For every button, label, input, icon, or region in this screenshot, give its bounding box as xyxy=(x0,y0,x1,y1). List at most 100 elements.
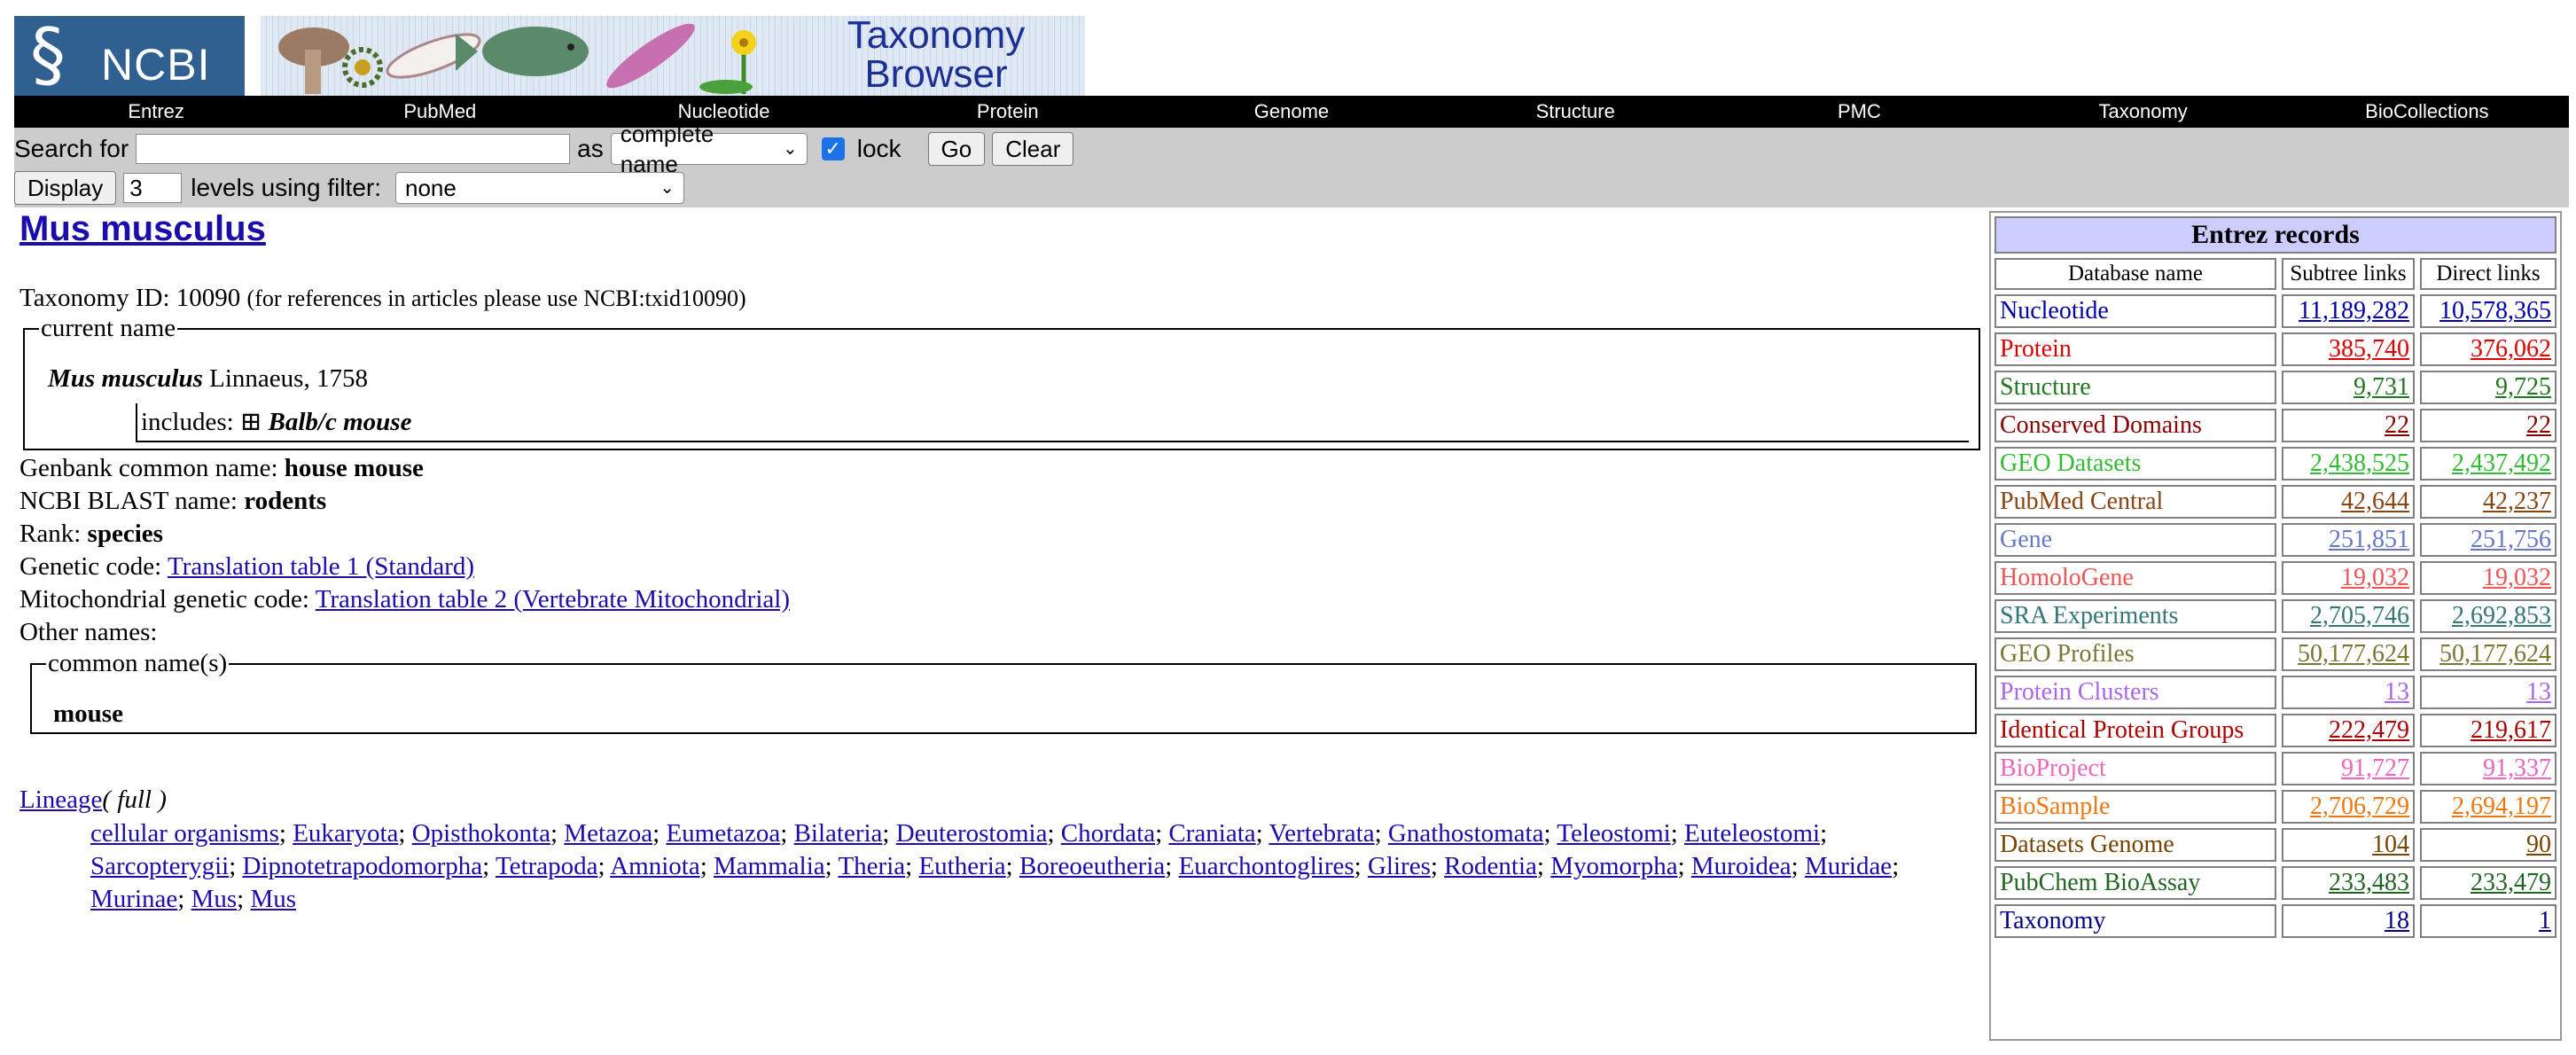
nav-pubmed[interactable]: PubMed xyxy=(298,96,582,128)
nav-entrez[interactable]: Entrez xyxy=(14,96,298,128)
lineage-item[interactable]: Gnathostomata xyxy=(1388,819,1544,848)
subtree-link[interactable]: 2,706,729 xyxy=(2310,793,2409,820)
subtree-link[interactable]: 385,740 xyxy=(2329,335,2409,363)
genetic-code-link[interactable]: Translation table 1 (Standard) xyxy=(168,552,474,581)
chevron-down-icon: ⌄ xyxy=(782,139,798,159)
direct-link[interactable]: 1 xyxy=(2539,907,2551,934)
direct-link[interactable]: 2,694,197 xyxy=(2452,793,2551,820)
lineage-separator: ; xyxy=(1791,852,1805,880)
lock-checkbox[interactable]: ✓ xyxy=(821,137,845,160)
subtree-link[interactable]: 91,727 xyxy=(2341,754,2409,782)
lineage-full-toggle[interactable]: ( full ) xyxy=(102,785,167,814)
subtree-link[interactable]: 11,189,282 xyxy=(2299,297,2409,324)
search-input[interactable] xyxy=(136,134,571,164)
direct-link[interactable]: 10,578,365 xyxy=(2439,297,2551,324)
lineage-item[interactable]: Eumetazoa xyxy=(666,819,780,848)
lineage-separator: ; xyxy=(699,852,714,880)
subtree-link[interactable]: 222,479 xyxy=(2329,716,2409,744)
subtree-link[interactable]: 22 xyxy=(2385,411,2409,439)
taxonomy-banner[interactable]: Taxonomy Browser xyxy=(261,16,1085,96)
direct-link[interactable]: 376,062 xyxy=(2471,335,2551,363)
lineage-item[interactable]: Mus xyxy=(191,885,238,913)
lineage-item[interactable]: Muridae xyxy=(1805,852,1892,880)
lineage-item[interactable]: Teleostomi xyxy=(1557,819,1670,848)
nav-genome[interactable]: Genome xyxy=(1150,96,1433,128)
lineage-item[interactable]: Euteleostomi xyxy=(1684,819,1820,848)
subtree-link[interactable]: 50,177,624 xyxy=(2298,640,2409,668)
direct-link[interactable]: 91,337 xyxy=(2483,754,2551,782)
clear-button[interactable]: Clear xyxy=(992,132,1074,166)
table-row: Structure 9,731 9,725 xyxy=(1994,371,2556,404)
lineage-item[interactable]: Muroidea xyxy=(1691,852,1791,880)
page-title[interactable]: Mus musculus xyxy=(20,209,266,249)
direct-link[interactable]: 9,725 xyxy=(2495,373,2551,401)
lineage-item[interactable]: Mammalia xyxy=(714,852,825,880)
direct-link[interactable]: 2,437,492 xyxy=(2452,449,2551,477)
filter-select[interactable]: none ⌄ xyxy=(395,172,685,204)
subtree-link[interactable]: 9,731 xyxy=(2354,373,2409,401)
lineage-item[interactable]: Murinae xyxy=(90,885,177,913)
lineage-item[interactable]: Theria xyxy=(838,852,905,880)
direct-link[interactable]: 219,617 xyxy=(2471,716,2551,744)
nav-structure[interactable]: Structure xyxy=(1433,96,1717,128)
direct-link[interactable]: 50,177,624 xyxy=(2439,640,2551,668)
lineage-item[interactable]: Opisthokonta xyxy=(412,819,550,848)
lineage-item[interactable]: Chordata xyxy=(1061,819,1155,848)
direct-link[interactable]: 233,479 xyxy=(2471,869,2551,896)
direct-link[interactable]: 13 xyxy=(2526,678,2551,706)
lineage-item[interactable]: Myomorpha xyxy=(1550,852,1677,880)
levels-input[interactable] xyxy=(123,173,183,203)
lineage-item[interactable]: Rodentia xyxy=(1444,852,1537,880)
lineage-item[interactable]: Craniata xyxy=(1168,819,1255,848)
ncbi-logo[interactable]: § NCBI xyxy=(14,16,245,96)
direct-link[interactable]: 19,032 xyxy=(2483,564,2551,591)
lineage-item[interactable]: Vertebrata xyxy=(1268,819,1374,848)
common-name-line: mouse xyxy=(53,699,123,729)
subtree-link[interactable]: 18 xyxy=(2385,907,2409,934)
nav-protein[interactable]: Protein xyxy=(866,96,1150,128)
lineage-item[interactable]: Bilateria xyxy=(794,819,883,848)
lineage-separator: ; xyxy=(278,819,293,848)
subtree-link[interactable]: 2,438,525 xyxy=(2310,449,2409,477)
lineage-item[interactable]: Dipnotetrapodomorpha xyxy=(243,852,483,880)
name-type-select[interactable]: complete name ⌄ xyxy=(610,121,808,177)
current-name-box: current name Mus musculus Linnaeus, 1758… xyxy=(23,314,1980,450)
direct-link[interactable]: 2,692,853 xyxy=(2452,602,2551,629)
lineage-item[interactable]: Euarchontoglires xyxy=(1179,852,1354,880)
subtree-link[interactable]: 2,705,746 xyxy=(2310,602,2409,629)
subtree-link[interactable]: 42,644 xyxy=(2341,488,2409,515)
lineage-item[interactable]: Glires xyxy=(1368,852,1431,880)
other-names-label: Other names: xyxy=(20,618,158,646)
go-button[interactable]: Go xyxy=(927,132,986,166)
scientific-name: Mus musculus xyxy=(48,364,203,393)
expand-icon[interactable]: ⊞ xyxy=(240,408,262,436)
lineage-item[interactable]: Boreoeutheria xyxy=(1019,852,1165,880)
mito-code-link[interactable]: Translation table 2 (Vertebrate Mitochon… xyxy=(316,585,790,613)
lineage-item[interactable]: Eutheria xyxy=(918,852,1005,880)
nav-pmc[interactable]: PMC xyxy=(1717,96,2001,128)
lineage-item[interactable]: Deuterostomia xyxy=(896,819,1048,848)
subtree-link[interactable]: 233,483 xyxy=(2329,869,2409,896)
direct-link[interactable]: 22 xyxy=(2526,411,2551,439)
direct-link[interactable]: 42,237 xyxy=(2483,488,2551,515)
direct-cell: 2,692,853 xyxy=(2420,599,2556,633)
lineage-item[interactable]: Tetrapoda xyxy=(496,852,598,880)
lineage-item[interactable]: Eukaryota xyxy=(293,819,398,848)
direct-link[interactable]: 251,756 xyxy=(2471,526,2551,553)
lineage-item[interactable]: Metazoa xyxy=(564,819,652,848)
direct-link[interactable]: 90 xyxy=(2526,831,2551,858)
subtree-link[interactable]: 104 xyxy=(2372,831,2409,858)
subtree-link[interactable]: 19,032 xyxy=(2341,564,2409,591)
subtree-link[interactable]: 251,851 xyxy=(2329,526,2409,553)
display-button[interactable]: Display xyxy=(14,171,117,205)
lineage-item[interactable]: Sarcopterygii xyxy=(90,852,229,880)
lineage-item[interactable]: cellular organisms xyxy=(90,819,279,848)
nav-biocollections[interactable]: BioCollections xyxy=(2285,96,2569,128)
lineage-link[interactable]: Lineage xyxy=(20,785,102,814)
subtree-link[interactable]: 13 xyxy=(2385,678,2409,706)
table-row: Protein 385,740 376,062 xyxy=(1994,332,2556,366)
lineage-item[interactable]: Amniota xyxy=(610,852,700,880)
lineage-item[interactable]: Mus xyxy=(250,885,296,913)
nav-taxonomy[interactable]: Taxonomy xyxy=(2002,96,2285,128)
genbank-value: house mouse xyxy=(284,454,424,482)
